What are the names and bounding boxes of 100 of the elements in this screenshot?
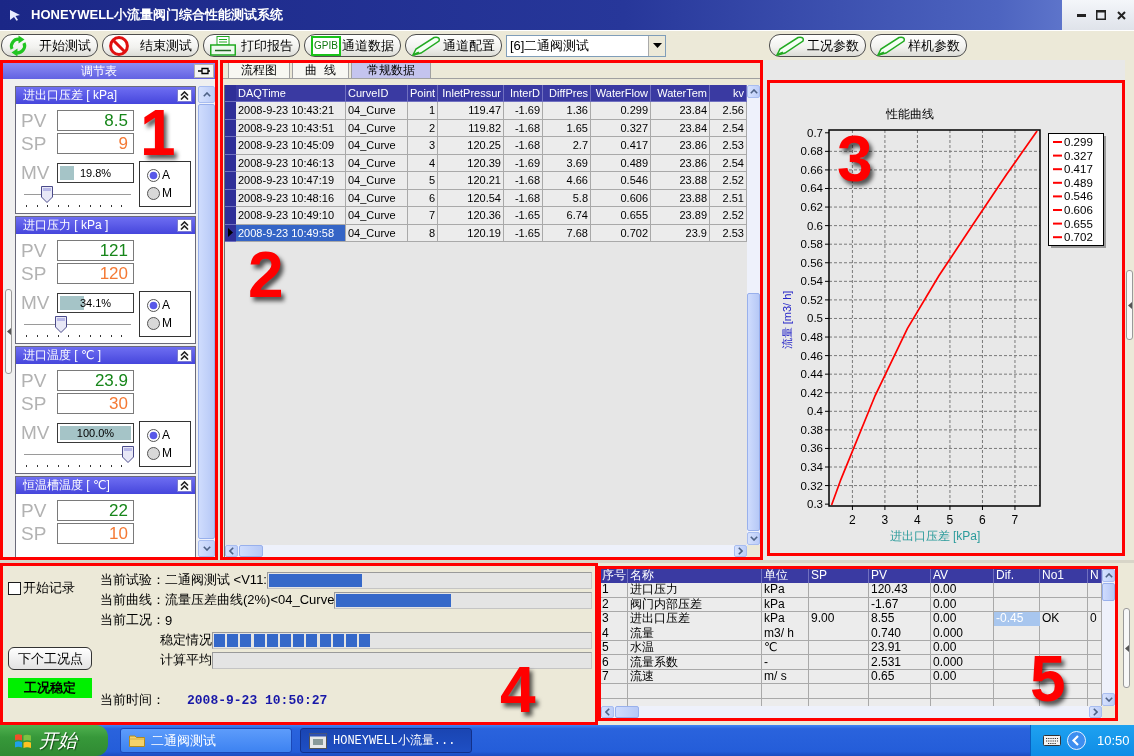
scrollbar-thumb[interactable] (615, 706, 639, 718)
horizontal-scrollbar[interactable] (225, 545, 747, 557)
toolbar-button[interactable]: 结束测试 (102, 34, 199, 57)
side-tab[interactable] (1126, 270, 1133, 340)
scroll-left-button[interactable] (601, 706, 614, 718)
table-cell-text: 23.91 (870, 641, 903, 656)
field-value: 流量压差曲线(2%)<04_Curve (165, 591, 335, 609)
table-cell: 0.546 (591, 172, 651, 190)
side-tab[interactable] (1123, 608, 1130, 688)
table-cell-text: ℃ (763, 641, 779, 656)
y-tick-label: 0.34 (800, 461, 823, 473)
dropdown-button[interactable] (648, 35, 665, 56)
table-cell: -1.65 (504, 207, 543, 225)
mode-radio[interactable]: A (147, 428, 190, 442)
table-cell-text: 0.65 (870, 670, 896, 685)
vertical-scrollbar[interactable] (1102, 569, 1115, 706)
table-cell-text: 6 (601, 655, 610, 670)
collapse-button[interactable] (177, 89, 192, 102)
legend-line-icon (1052, 168, 1063, 171)
close-button[interactable] (1114, 8, 1128, 22)
scroll-down-button[interactable] (747, 532, 760, 545)
mode-radio[interactable]: M (147, 446, 190, 460)
y-tick-label: 0.64 (800, 182, 823, 195)
mv-reading: 34.1% (79, 295, 112, 311)
no-entry-icon (109, 35, 129, 56)
slider-thumb[interactable] (122, 446, 134, 463)
scroll-up-button[interactable] (747, 85, 760, 98)
triangle-left-icon (1124, 644, 1129, 652)
column-header: AV (931, 569, 994, 583)
column-header: N (1088, 569, 1102, 583)
table-cell-text: 1 (601, 583, 610, 598)
pen-icon (877, 35, 907, 56)
horizontal-scrollbar[interactable] (601, 706, 1102, 718)
table-cell-text: 0.000 (932, 626, 965, 641)
toolbar-button[interactable]: GPIB 通道数据 (304, 34, 401, 57)
scroll-down-button[interactable] (1102, 693, 1115, 706)
column-header: WaterFlow (591, 85, 651, 102)
taskbar-button[interactable]: HONEYWELL小流量... (300, 728, 472, 753)
table-cell: 23.88 (651, 172, 710, 190)
scroll-right-button[interactable] (1089, 706, 1102, 718)
mode-radio[interactable]: A (147, 298, 190, 312)
scroll-up-button[interactable] (198, 86, 215, 103)
y-tick-label: 0.7 (807, 126, 823, 139)
row-indicator (225, 172, 236, 190)
y-tick-label: 0.32 (800, 479, 823, 492)
scroll-right-button[interactable] (734, 545, 747, 557)
slider-thumb[interactable] (55, 316, 68, 333)
pv-field: 8.5 (57, 110, 134, 131)
table-cell: 0.299 (591, 102, 651, 120)
test-select[interactable]: [6]二通阀测试 (506, 34, 666, 57)
sp-label: SP (21, 392, 48, 415)
annotation-number: 1 (140, 106, 176, 161)
legend-line-icon (1052, 209, 1063, 211)
collapse-button[interactable] (177, 479, 192, 492)
vertical-scrollbar[interactable] (747, 85, 760, 545)
chevron-right-icon (1093, 708, 1098, 716)
table-cell-text: 2 (601, 597, 610, 612)
table-cell: 3 (408, 137, 438, 155)
chevron-down-icon (202, 546, 211, 551)
pin-button[interactable] (194, 64, 214, 78)
pen-icon (412, 35, 442, 56)
mode-radio[interactable]: M (147, 316, 190, 330)
y-tick-label: 0.58 (800, 238, 823, 251)
pen-icon (776, 35, 806, 56)
column-header: Dif. (994, 569, 1040, 583)
column-header: 单位 (762, 569, 809, 583)
maximize-button[interactable] (1094, 8, 1108, 22)
scroll-up-button[interactable] (1102, 569, 1115, 582)
card-title: 恒温槽温度 [ ℃] (23, 477, 111, 494)
scroll-left-button[interactable] (225, 545, 238, 557)
table-cell: 2.7 (543, 137, 591, 155)
window-title: HONEYWELL小流量阀门综合性能测试系统 (31, 6, 285, 24)
mode-radio[interactable]: A (147, 168, 190, 182)
scrollbar-thumb[interactable] (1102, 583, 1115, 601)
record-checkbox[interactable]: 开始记录 (8, 580, 95, 596)
scroll-down-button[interactable] (198, 540, 215, 557)
table-cell: 0.655 (591, 207, 651, 225)
mode-radio[interactable]: M (147, 186, 190, 200)
toolbar-button[interactable]: 样机参数 (870, 34, 967, 57)
row-indicator (225, 119, 236, 137)
toolbar-button[interactable]: 通道配置 (405, 34, 502, 57)
mv-label: MV (21, 421, 51, 444)
toolbar-button[interactable]: 工况参数 (769, 34, 866, 57)
toolbar-button[interactable]: 打印报告 (203, 34, 300, 57)
table-cell: -0.45 (994, 612, 1040, 626)
scrollbar-thumb[interactable] (239, 545, 263, 557)
next-point-button[interactable]: 下个工况点 (8, 647, 92, 670)
scrollbar-thumb[interactable] (747, 293, 760, 531)
start-button[interactable]: 开始 (0, 725, 108, 756)
column-header: CurveID (346, 85, 408, 102)
collapse-button[interactable] (177, 349, 192, 362)
slider-thumb[interactable] (41, 186, 54, 203)
sp-label: SP (21, 262, 48, 285)
toolbar-button[interactable]: 开始测试 (1, 34, 98, 57)
side-tab[interactable] (5, 289, 12, 374)
field-label: 计算平均 (160, 651, 212, 669)
x-tick-label: 3 (881, 513, 889, 527)
annotation-number: 2 (248, 248, 284, 303)
chevron-up-icon (749, 89, 758, 94)
collapse-button[interactable] (177, 219, 192, 232)
